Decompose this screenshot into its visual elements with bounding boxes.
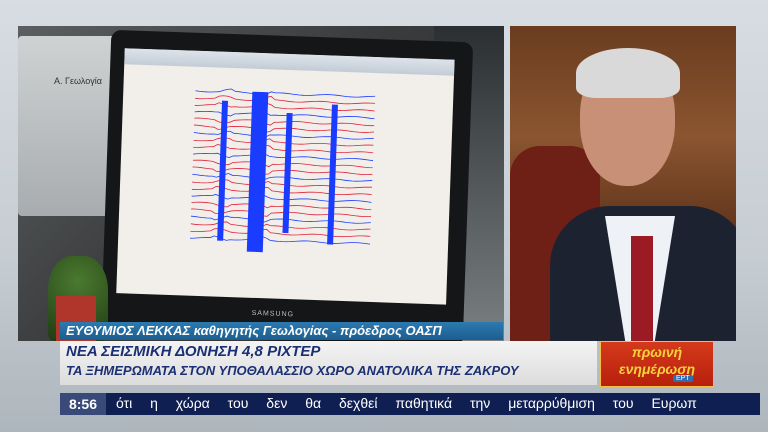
printer-label: Α. Γεωλογία	[54, 76, 102, 86]
headline-line-2: ΤΑ ΞΗΜΕΡΩΜΑΤΑ ΣΤΟΝ ΥΠΟΘΑΛΑΣΣΙΟ ΧΩΡΟ ΑΝΑΤ…	[66, 363, 519, 378]
ert-badge: ΕΡΤ	[673, 375, 693, 382]
seismogram-plot	[189, 88, 376, 253]
browser-toolbar	[124, 48, 455, 76]
computer-monitor: SAMSUNG	[100, 29, 474, 341]
ticker-text-clip: ότι η χώρα του δεν θα δεχθεί παθητικά τη…	[110, 393, 758, 415]
name-caption-strip: ΕΥΘΥΜΙΟΣ ΛΕΚΚΑΣ καθηγητής Γεωλογίας - πρ…	[60, 322, 503, 340]
ticker-text: ότι η χώρα του δεν θα δεχθεί παθητικά τη…	[116, 395, 697, 411]
monitor-screen	[116, 48, 455, 305]
show-logo: πρωινή ενημέρωση ΕΡΤ	[600, 341, 714, 387]
clock-time: 8:56	[68, 396, 98, 412]
news-ticker: 8:56 ότι η χώρα του δεν θα δεχθεί παθητι…	[60, 393, 760, 415]
seismo-spike	[327, 104, 338, 245]
video-right-interviewee	[510, 26, 736, 341]
name-caption: ΕΥΘΥΜΙΟΣ ΛΕΚΚΑΣ καθηγητής Γεωλογίας - πρ…	[66, 323, 442, 338]
logo-line-1: πρωινή	[631, 344, 683, 360]
seismo-spike	[246, 91, 269, 253]
video-left-seismograph: Α. Γεωλογία SAMSUNG	[18, 26, 504, 341]
clock-box: 8:56	[60, 393, 106, 415]
headline-line-1: ΝΕΑ ΣΕΙΣΜΙΚΗ ΔΟΝΗΣΗ 4,8 ΡΙΧΤΕΡ	[66, 343, 321, 360]
monitor-brand-label: SAMSUNG	[251, 309, 295, 319]
person-hair	[576, 48, 680, 98]
logo-line-2: ενημέρωση	[618, 361, 696, 377]
seismo-trace	[195, 88, 376, 98]
seismo-spike	[282, 112, 293, 234]
headline-banner: ΝΕΑ ΣΕΙΣΜΙΚΗ ΔΟΝΗΣΗ 4,8 ΡΙΧΤΕΡ ΤΑ ΞΗΜΕΡΩ…	[60, 341, 597, 385]
person-tie	[631, 236, 653, 341]
